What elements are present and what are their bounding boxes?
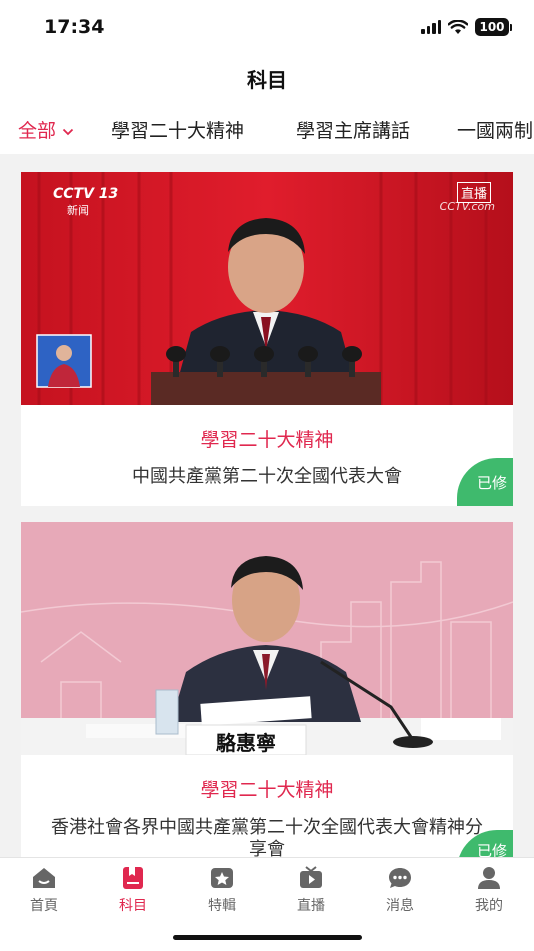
signal-icon [421, 20, 441, 34]
nav-label: 科目 [119, 898, 147, 914]
bookmark-book-icon [123, 867, 143, 889]
cctv-watermark: CCTV.com [439, 200, 495, 213]
chevron-down-icon [62, 128, 74, 135]
battery-level: 100 [475, 18, 509, 36]
status-bar: 17:34 100 [0, 0, 534, 56]
nameplate: 駱惠寧 [216, 731, 276, 755]
tab-label: 全部 [18, 120, 57, 142]
course-card[interactable]: 駱惠寧 學習二十大精神 香港社會各界中國共產黨第二十次全國代表大會精神分享會 已… [21, 522, 513, 857]
home-indicator [173, 935, 362, 940]
nav-label: 消息 [386, 898, 414, 914]
nav-label: 我的 [475, 898, 503, 914]
course-image: CCTV 13 新闻 直播 CCTV.com [21, 172, 513, 405]
battery-icon: 100 [475, 18, 512, 36]
course-card[interactable]: CCTV 13 新闻 直播 CCTV.com 學習二十大精神 中國共產黨第二十次… [21, 172, 513, 506]
nav-header: 科目 [0, 56, 534, 104]
tab-president-speeches[interactable]: 學習主席講話 [296, 116, 410, 143]
live-tv-icon [300, 866, 322, 888]
wifi-icon [448, 19, 468, 34]
nav-features[interactable]: 特輯 [182, 864, 262, 915]
category-tab-bar: 全部 學習二十大精神 學習主席講話 一國兩制 [0, 104, 534, 154]
nav-label: 直播 [297, 898, 325, 914]
nav-profile[interactable]: 我的 [449, 864, 529, 915]
nav-messages[interactable]: 消息 [360, 864, 440, 915]
person-icon [478, 867, 500, 889]
course-image: 駱惠寧 [21, 522, 513, 755]
cctv-channel-label: 新闻 [67, 204, 89, 217]
tab-one-country-two-systems[interactable]: 一國兩制 [457, 116, 533, 143]
nav-label: 特輯 [208, 898, 236, 914]
nav-live[interactable]: 直播 [271, 864, 351, 915]
status-icons: 100 [421, 18, 512, 36]
card-category: 學習二十大精神 [200, 429, 334, 451]
star-folder-icon [211, 868, 233, 888]
nav-subjects[interactable]: 科目 [93, 864, 173, 915]
home-icon [33, 868, 55, 888]
nav-home[interactable]: 首頁 [4, 864, 84, 915]
tab-study-20th-congress[interactable]: 學習二十大精神 [111, 116, 244, 143]
tab-all[interactable]: 全部 [18, 116, 74, 143]
status-time: 17:34 [44, 16, 105, 38]
card-title: 中國共產黨第二十次全國代表大會 [132, 466, 402, 487]
card-category: 學習二十大精神 [200, 779, 334, 801]
cctv-logo: CCTV 13 [53, 186, 119, 202]
nav-label: 首頁 [30, 898, 58, 914]
card-title: 香港社會各界中國共產黨第二十次全國代表大會精神分享會 [51, 817, 483, 857]
chat-bubble-icon [389, 868, 411, 888]
page-title: 科目 [247, 68, 287, 92]
